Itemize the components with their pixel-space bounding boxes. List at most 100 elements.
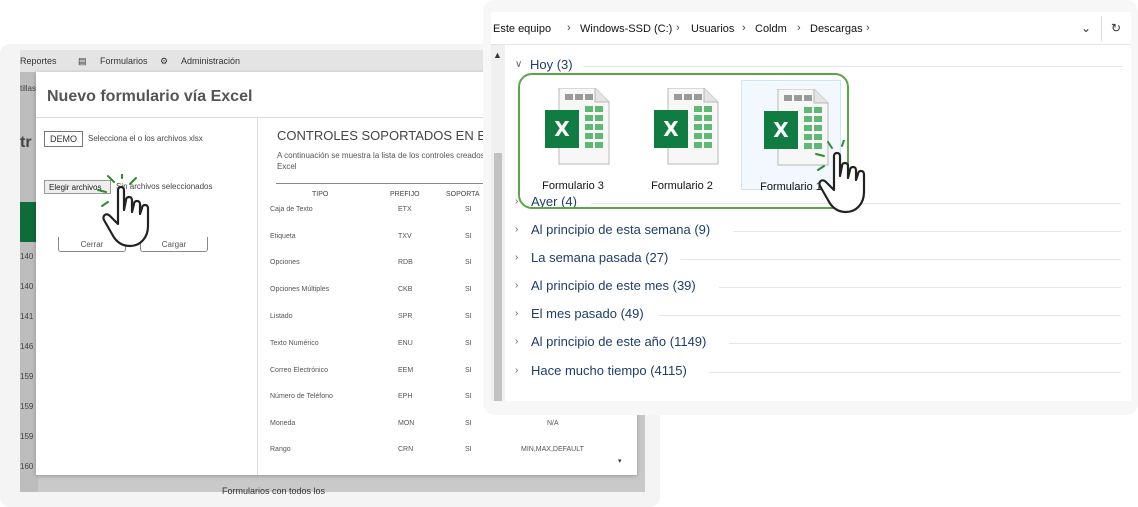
modal-title: Nuevo formulario vía Excel [47,88,253,105]
breadcrumb-este-equipo[interactable]: Este equipo [493,23,551,35]
bg-label: tillas [20,84,37,93]
cell-soporta: SI [465,313,472,320]
group-este-ano[interactable]: Al principio de este año (1149) [531,334,706,349]
chevron-right-icon[interactable]: › [515,308,518,319]
cell-tipo: Texto Numérico [270,340,319,347]
bg-label: 141 [20,312,34,321]
breadcrumb-coldm[interactable]: Coldm [755,23,787,35]
breadcrumb-windows-ssd[interactable]: Windows-SSD (C:) [580,23,672,35]
controls-title: CONTROLES SOPORTADOS EN EXC [277,128,505,143]
svg-text:X: X [773,118,789,142]
group-separator [583,66,1123,67]
chevron-right-icon[interactable]: › [515,224,518,235]
cell-prefijo: ETX [398,206,412,213]
breadcrumb-separator-icon: › [676,22,680,34]
cell-tipo: Rango [270,446,291,453]
breadcrumb-separator-icon: › [797,22,801,34]
address-divider [1101,16,1102,41]
cell-soporta: SI [465,206,472,213]
cell-soporta: SI [465,420,472,427]
group-mes-pasado[interactable]: El mes pasado (49) [531,306,644,321]
column-header-prefijo: PREFIJO [390,191,420,198]
scrollbar-thumb[interactable] [494,153,502,401]
nav-item-reportes[interactable]: Reportes [20,56,57,66]
svg-text:X: X [663,117,679,141]
cell-tipo: Listado [270,313,293,320]
cell-prefijo: ENU [398,340,413,347]
bg-footer-text: Formularios con todos los [222,486,326,496]
pointer-hand-icon [97,174,150,248]
group-este-mes[interactable]: Al principio de este mes (39) [531,278,696,293]
cell-tipo: Caja de Texto [270,206,313,213]
cell-soporta: SI [465,340,472,347]
refresh-icon[interactable]: ↻ [1111,21,1121,35]
cell-prefijo: CKB [398,286,413,293]
chevron-right-icon[interactable]: › [515,280,518,291]
demo-button[interactable]: DEMO [44,131,83,147]
group-separator [659,315,1121,316]
chevron-right-icon[interactable]: › [515,365,518,376]
cell-prefijo: CRN [398,446,414,453]
bg-label: 159 [20,372,34,381]
group-hoy[interactable]: Hoy (3) [530,57,573,72]
address-bar[interactable]: Este equipo › Windows-SSD (C:) › Usuario… [491,12,1131,45]
cell-prefijo: TXV [398,233,412,240]
admin-icon: ⚙ [160,56,169,66]
cell-tipo: Moneda [270,420,296,427]
cell-soporta: SI [465,233,472,240]
modal-column-divider [257,118,258,475]
cell-tipo: Número de Teléfono [270,393,333,400]
file-name: Formulario 2 [651,180,713,192]
cell-soporta: SI [465,446,472,453]
file-item[interactable]: X Formulario 2 [632,80,732,192]
file-item[interactable]: X Formulario 3 [523,80,623,192]
bg-label: 159 [20,402,34,411]
nav-item-formularios[interactable]: Formularios [100,56,148,66]
group-esta-semana[interactable]: Al principio de esta semana (9) [531,222,710,237]
cell-soporta: SI [465,259,472,266]
group-hace-mucho[interactable]: Hace mucho tiempo (4115) [531,363,687,378]
form-icon: ▤ [78,56,87,66]
chevron-right-icon[interactable]: › [515,336,518,347]
pointer-hand-icon [815,140,866,214]
cell-prefijo: EEM [398,367,414,374]
group-separator [709,372,1121,373]
bg-label: 146 [20,342,34,351]
cell-prefijo: RDB [398,259,413,266]
bg-label: 159 [20,432,34,441]
bg-label: 140 [20,252,34,261]
cell-soporta: SI [465,393,472,400]
bg-label: tr [20,134,32,151]
vertical-scrollbar[interactable]: ▲ [491,45,505,401]
cell-prefijo: SPR [398,313,413,320]
modal-scroll-down-icon[interactable]: ▾ [618,457,626,477]
chevron-down-icon[interactable]: ∨ [515,59,522,70]
group-semana-pasada[interactable]: La semana pasada (27) [531,250,668,265]
excel-file-icon: X [545,88,610,165]
nav-item-administracion[interactable]: Administración [181,56,240,66]
column-header-soporta: SOPORTA [446,191,480,198]
bg-label: 160 [20,462,34,471]
controls-description: A continuación se muestra la lista de lo… [277,151,496,171]
svg-text:X: X [554,117,570,141]
excel-file-icon: X [654,88,719,165]
select-files-text: Selecciona el o los archivos xlsx [88,134,203,143]
breadcrumb-separator-icon: › [866,22,870,34]
cell-soporta: SI [465,286,472,293]
cell-extra: N/A [547,420,559,427]
bg-label: 140 [20,282,34,291]
breadcrumb-separator-icon: › [567,22,571,34]
cell-tipo: Etiqueta [270,233,296,240]
file-name: Formulario 3 [542,180,604,192]
cell-extra: MIN,MAX,DEFAULT [521,446,584,453]
cell-tipo: Correo Electrónico [270,367,328,374]
breadcrumb-descargas[interactable]: Descargas [810,23,863,35]
group-separator [681,259,1121,260]
chevron-right-icon[interactable]: › [515,252,518,263]
cell-prefijo: MON [398,420,415,427]
breadcrumb-separator-icon: › [742,22,746,34]
breadcrumb-usuarios[interactable]: Usuarios [691,23,734,35]
chevron-down-icon[interactable]: ⌄ [1081,21,1091,35]
scroll-up-icon[interactable]: ▲ [493,50,502,60]
cell-tipo: Opciones [270,259,300,266]
